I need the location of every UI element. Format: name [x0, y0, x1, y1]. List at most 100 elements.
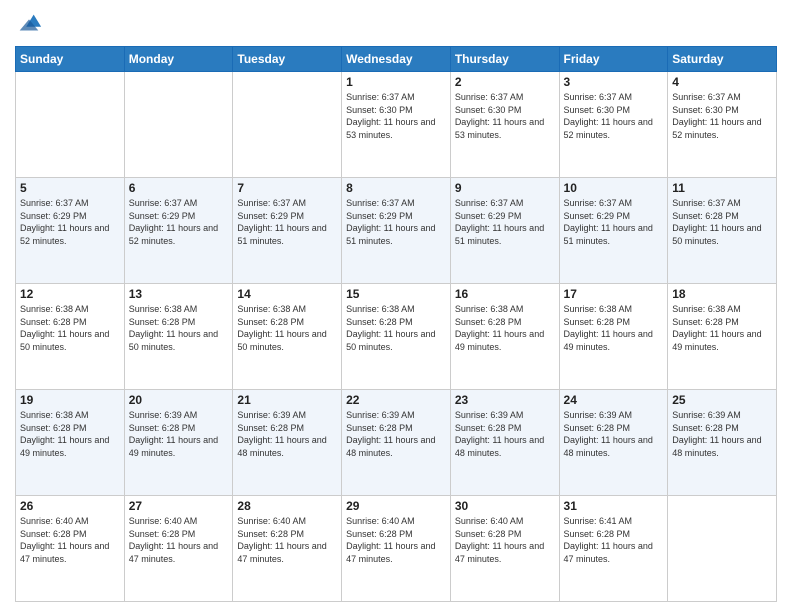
calendar-header-row: SundayMondayTuesdayWednesdayThursdayFrid… [16, 47, 777, 72]
day-info: Sunrise: 6:39 AMSunset: 6:28 PMDaylight:… [564, 409, 664, 459]
calendar-cell: 23 Sunrise: 6:39 AMSunset: 6:28 PMDayligh… [450, 390, 559, 496]
calendar-cell [16, 72, 125, 178]
calendar-cell: 25 Sunrise: 6:39 AMSunset: 6:28 PMDayligh… [668, 390, 777, 496]
weekday-header: Sunday [16, 47, 125, 72]
day-number: 20 [129, 393, 229, 407]
day-info: Sunrise: 6:39 AMSunset: 6:28 PMDaylight:… [455, 409, 555, 459]
weekday-header: Saturday [668, 47, 777, 72]
calendar-cell: 28 Sunrise: 6:40 AMSunset: 6:28 PMDayligh… [233, 496, 342, 602]
day-info: Sunrise: 6:40 AMSunset: 6:28 PMDaylight:… [237, 515, 337, 565]
day-number: 6 [129, 181, 229, 195]
day-info: Sunrise: 6:37 AMSunset: 6:29 PMDaylight:… [129, 197, 229, 247]
calendar-cell: 26 Sunrise: 6:40 AMSunset: 6:28 PMDayligh… [16, 496, 125, 602]
logo [15, 10, 47, 38]
calendar-cell: 2 Sunrise: 6:37 AMSunset: 6:30 PMDaylight… [450, 72, 559, 178]
day-info: Sunrise: 6:37 AMSunset: 6:29 PMDaylight:… [455, 197, 555, 247]
calendar-cell: 27Sunrise: 6:40 AMSunset: 6:28 PMDayligh… [124, 496, 233, 602]
calendar-table: SundayMondayTuesdayWednesdayThursdayFrid… [15, 46, 777, 602]
calendar-cell: 20 Sunrise: 6:39 AMSunset: 6:28 PMDayligh… [124, 390, 233, 496]
weekday-header: Thursday [450, 47, 559, 72]
day-info: Sunrise: 6:39 AMSunset: 6:28 PMDaylight:… [672, 409, 772, 459]
day-number: 12 [20, 287, 120, 301]
calendar-cell: 5 Sunrise: 6:37 AMSunset: 6:29 PMDaylight… [16, 178, 125, 284]
calendar-cell: 24 Sunrise: 6:39 AMSunset: 6:28 PMDayligh… [559, 390, 668, 496]
day-info: Sunrise: 6:38 AMSunset: 6:28 PMDaylight:… [20, 409, 120, 459]
calendar-week-row: 12 Sunrise: 6:38 AMSunset: 6:28 PMDayligh… [16, 284, 777, 390]
calendar-cell [233, 72, 342, 178]
day-number: 2 [455, 75, 555, 89]
day-info: Sunrise: 6:39 AMSunset: 6:28 PMDaylight:… [237, 409, 337, 459]
calendar-cell: 8 Sunrise: 6:37 AMSunset: 6:29 PMDaylight… [342, 178, 451, 284]
day-info: Sunrise: 6:37 AMSunset: 6:30 PMDaylight:… [346, 91, 446, 141]
weekday-header: Monday [124, 47, 233, 72]
day-number: 19 [20, 393, 120, 407]
calendar-cell: 18Sunrise: 6:38 AMSunset: 6:28 PMDayligh… [668, 284, 777, 390]
calendar-week-row: 5 Sunrise: 6:37 AMSunset: 6:29 PMDaylight… [16, 178, 777, 284]
calendar-week-row: 26 Sunrise: 6:40 AMSunset: 6:28 PMDayligh… [16, 496, 777, 602]
calendar-cell: 17 Sunrise: 6:38 AMSunset: 6:28 PMDayligh… [559, 284, 668, 390]
calendar-cell: 3 Sunrise: 6:37 AMSunset: 6:30 PMDaylight… [559, 72, 668, 178]
day-info: Sunrise: 6:37 AMSunset: 6:30 PMDaylight:… [564, 91, 664, 141]
calendar-cell: 11 Sunrise: 6:37 AMSunset: 6:28 PMDayligh… [668, 178, 777, 284]
day-number: 25 [672, 393, 772, 407]
day-info: Sunrise: 6:37 AMSunset: 6:30 PMDaylight:… [455, 91, 555, 141]
calendar-cell: 21 Sunrise: 6:39 AMSunset: 6:28 PMDayligh… [233, 390, 342, 496]
calendar-cell: 6 Sunrise: 6:37 AMSunset: 6:29 PMDaylight… [124, 178, 233, 284]
day-number: 26 [20, 499, 120, 513]
calendar-cell: 9Sunrise: 6:37 AMSunset: 6:29 PMDaylight… [450, 178, 559, 284]
header [15, 10, 777, 38]
weekday-header: Tuesday [233, 47, 342, 72]
calendar-cell: 10Sunrise: 6:37 AMSunset: 6:29 PMDayligh… [559, 178, 668, 284]
day-info: Sunrise: 6:38 AMSunset: 6:28 PMDaylight:… [455, 303, 555, 353]
day-info: Sunrise: 6:38 AMSunset: 6:28 PMDaylight:… [346, 303, 446, 353]
calendar-cell: 16Sunrise: 6:38 AMSunset: 6:28 PMDayligh… [450, 284, 559, 390]
day-info: Sunrise: 6:37 AMSunset: 6:29 PMDaylight:… [237, 197, 337, 247]
day-number: 8 [346, 181, 446, 195]
weekday-header: Friday [559, 47, 668, 72]
day-number: 29 [346, 499, 446, 513]
day-number: 18 [672, 287, 772, 301]
day-number: 21 [237, 393, 337, 407]
calendar-week-row: 19 Sunrise: 6:38 AMSunset: 6:28 PMDayligh… [16, 390, 777, 496]
day-number: 7 [237, 181, 337, 195]
day-info: Sunrise: 6:38 AMSunset: 6:28 PMDaylight:… [237, 303, 337, 353]
calendar-cell: 31 Sunrise: 6:41 AMSunset: 6:28 PMDayligh… [559, 496, 668, 602]
logo-icon [15, 10, 43, 38]
calendar-cell [668, 496, 777, 602]
day-number: 17 [564, 287, 664, 301]
day-number: 13 [129, 287, 229, 301]
calendar-cell: 30 Sunrise: 6:40 AMSunset: 6:28 PMDayligh… [450, 496, 559, 602]
day-number: 23 [455, 393, 555, 407]
day-number: 31 [564, 499, 664, 513]
calendar-cell: 22Sunrise: 6:39 AMSunset: 6:28 PMDayligh… [342, 390, 451, 496]
calendar-week-row: 1 Sunrise: 6:37 AMSunset: 6:30 PMDaylight… [16, 72, 777, 178]
day-number: 30 [455, 499, 555, 513]
day-number: 28 [237, 499, 337, 513]
day-number: 11 [672, 181, 772, 195]
day-info: Sunrise: 6:39 AMSunset: 6:28 PMDaylight:… [129, 409, 229, 459]
calendar-cell: 19 Sunrise: 6:38 AMSunset: 6:28 PMDayligh… [16, 390, 125, 496]
day-info: Sunrise: 6:38 AMSunset: 6:28 PMDaylight:… [564, 303, 664, 353]
day-number: 24 [564, 393, 664, 407]
day-number: 3 [564, 75, 664, 89]
day-info: Sunrise: 6:41 AMSunset: 6:28 PMDaylight:… [564, 515, 664, 565]
page: SundayMondayTuesdayWednesdayThursdayFrid… [0, 0, 792, 612]
day-number: 14 [237, 287, 337, 301]
day-info: Sunrise: 6:37 AMSunset: 6:29 PMDaylight:… [346, 197, 446, 247]
day-number: 1 [346, 75, 446, 89]
calendar-cell: 4Sunrise: 6:37 AMSunset: 6:30 PMDaylight… [668, 72, 777, 178]
day-info: Sunrise: 6:37 AMSunset: 6:29 PMDaylight:… [20, 197, 120, 247]
day-info: Sunrise: 6:37 AMSunset: 6:28 PMDaylight:… [672, 197, 772, 247]
calendar-cell: 7 Sunrise: 6:37 AMSunset: 6:29 PMDaylight… [233, 178, 342, 284]
calendar-cell: 1 Sunrise: 6:37 AMSunset: 6:30 PMDaylight… [342, 72, 451, 178]
day-info: Sunrise: 6:38 AMSunset: 6:28 PMDaylight:… [20, 303, 120, 353]
day-number: 27 [129, 499, 229, 513]
day-info: Sunrise: 6:40 AMSunset: 6:28 PMDaylight:… [455, 515, 555, 565]
calendar-cell: 14 Sunrise: 6:38 AMSunset: 6:28 PMDayligh… [233, 284, 342, 390]
day-info: Sunrise: 6:40 AMSunset: 6:28 PMDaylight:… [20, 515, 120, 565]
day-number: 5 [20, 181, 120, 195]
calendar-cell [124, 72, 233, 178]
day-number: 4 [672, 75, 772, 89]
day-number: 10 [564, 181, 664, 195]
calendar-cell: 29Sunrise: 6:40 AMSunset: 6:28 PMDayligh… [342, 496, 451, 602]
